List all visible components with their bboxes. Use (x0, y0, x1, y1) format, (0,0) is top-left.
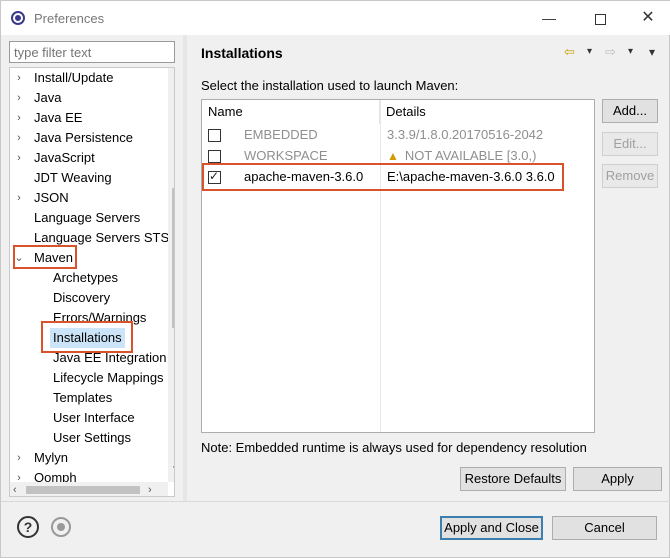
installation-checkbox-checked[interactable] (208, 169, 221, 184)
restore-defaults-button[interactable]: Restore Defaults (460, 467, 566, 491)
tree-item-java-ee-integration[interactable]: Java EE Integration (53, 348, 166, 368)
bottom-divider (1, 501, 670, 502)
tree-item-label: Lifecycle Mappings (53, 370, 164, 385)
tree-item-label: JavaScript (34, 150, 95, 165)
tree-item-templates[interactable]: Templates (53, 388, 112, 408)
maximize-button[interactable] (587, 7, 613, 29)
installation-details: E:\apache-maven-3.6.0 3.6.0 (387, 169, 555, 184)
record-icon[interactable] (51, 517, 71, 537)
expand-icon[interactable]: › (14, 128, 24, 148)
remove-button[interactable]: Remove (602, 164, 658, 188)
scroll-right-icon[interactable]: › (148, 482, 152, 496)
scroll-left-icon[interactable]: ‹ (13, 482, 17, 496)
expand-icon[interactable]: › (14, 188, 24, 208)
cancel-button[interactable]: Cancel (552, 516, 657, 540)
tree-item-label: Java EE (34, 110, 83, 125)
minimize-button[interactable]: — (536, 7, 562, 29)
title-bar: Preferences — ✕ (1, 1, 670, 35)
tree-item-archetypes[interactable]: Archetypes (53, 268, 118, 288)
tree-vertical-scrollbar[interactable]: ▼ (168, 68, 174, 482)
forward-icon[interactable]: ⇨ (605, 41, 616, 63)
page-title: Installations (201, 45, 283, 61)
installation-details-text: NOT AVAILABLE [3.0,) (404, 148, 537, 163)
tree-item-label: Java (34, 90, 62, 105)
expand-icon[interactable]: › (14, 448, 24, 468)
add-button[interactable]: Add... (602, 99, 658, 123)
installation-details: ▲ NOT AVAILABLE [3.0,) (387, 148, 536, 163)
panel-splitter[interactable] (183, 35, 187, 501)
expand-icon[interactable]: › (14, 108, 24, 128)
tree-item-discovery[interactable]: Discovery (53, 288, 110, 308)
expand-icon[interactable]: › (14, 88, 24, 108)
tree-item-label: Install/Update (34, 70, 114, 85)
tree-item-label: Java Persistence (34, 130, 133, 145)
tree-item-label: Mylyn (34, 450, 68, 465)
column-header-details[interactable]: Details (380, 100, 594, 124)
forward-dropdown-icon[interactable]: ▾ (628, 41, 633, 63)
installations-table: Name Details EMBEDDED 3.3.9/1.8.0.201705… (201, 99, 595, 433)
table-row-workspace[interactable]: WORKSPACE ▲ NOT AVAILABLE [3.0,) (202, 146, 594, 167)
page-description: Select the installation used to launch M… (201, 78, 459, 93)
tree-item-label: Java EE Integration (53, 350, 167, 365)
tree-item-label: JSON (34, 190, 69, 205)
expand-icon[interactable]: › (14, 148, 24, 168)
eclipse-icon (11, 11, 25, 25)
apply-button[interactable]: Apply (573, 467, 662, 491)
tree-item-label: User Interface (53, 410, 135, 425)
embedded-runtime-note: Note: Embedded runtime is always used fo… (201, 440, 587, 455)
back-icon[interactable]: ⇦ (564, 41, 575, 63)
tree-item-label: Templates (53, 390, 113, 405)
installation-name: EMBEDDED (244, 127, 318, 142)
tree-item-label: Errors/Warnings (53, 310, 147, 325)
tree-item-user-interface[interactable]: User Interface (53, 408, 135, 428)
preference-tree: › Install/Update › Java › Java EE › Java… (9, 67, 175, 497)
tree-item-label: Language Servers (34, 210, 141, 225)
back-dropdown-icon[interactable]: ▾ (587, 41, 592, 63)
preferences-window: Preferences — ✕ › Install/Update › Java … (0, 0, 670, 558)
installation-checkbox[interactable] (208, 150, 221, 163)
tree-item-label: Discovery (53, 290, 111, 305)
installation-details: 3.3.9/1.8.0.20170516-2042 (387, 127, 544, 142)
window-title: Preferences (34, 11, 105, 26)
maximize-icon (594, 13, 606, 25)
view-menu-icon[interactable]: ▾ (649, 41, 655, 63)
scroll-thumb[interactable] (172, 188, 174, 328)
installation-name: apache-maven-3.6.0 (244, 169, 364, 184)
collapse-icon[interactable]: ⌄ (14, 248, 24, 268)
scroll-down-icon[interactable]: ▼ (171, 464, 174, 475)
tree-item-label: Language Servers STS (34, 230, 170, 245)
table-row-embedded[interactable]: EMBEDDED 3.3.9/1.8.0.20170516-2042 (202, 125, 594, 146)
installation-name: WORKSPACE (244, 148, 328, 163)
tree-item-label: Installations (53, 330, 122, 345)
tree-horizontal-scrollbar[interactable]: ‹ › (10, 482, 168, 496)
tree-item-label: Maven (34, 250, 74, 265)
close-button[interactable]: ✕ (635, 7, 661, 29)
tree-item-lifecycle-mappings[interactable]: Lifecycle Mappings (53, 368, 164, 388)
warning-icon: ▲ (387, 149, 399, 163)
expand-icon[interactable]: › (14, 68, 24, 88)
tree-item-installations[interactable]: Installations (50, 328, 125, 348)
table-row-apache-maven[interactable]: apache-maven-3.6.0 E:\apache-maven-3.6.0… (202, 167, 594, 188)
tree-item-errors-warnings[interactable]: Errors/Warnings (53, 308, 146, 328)
column-header-name[interactable]: Name (202, 100, 380, 124)
installation-checkbox[interactable] (208, 129, 221, 142)
edit-button[interactable]: Edit... (602, 132, 658, 156)
tree-item-label: Archetypes (53, 270, 119, 285)
filter-input[interactable] (9, 41, 175, 63)
help-icon[interactable]: ? (17, 516, 39, 538)
tree-item-label: User Settings (53, 430, 132, 445)
tree-item-user-settings[interactable]: User Settings (53, 428, 131, 448)
scroll-thumb[interactable] (26, 486, 140, 494)
tree-item-label: JDT Weaving (34, 170, 112, 185)
apply-and-close-button[interactable]: Apply and Close (440, 516, 543, 540)
